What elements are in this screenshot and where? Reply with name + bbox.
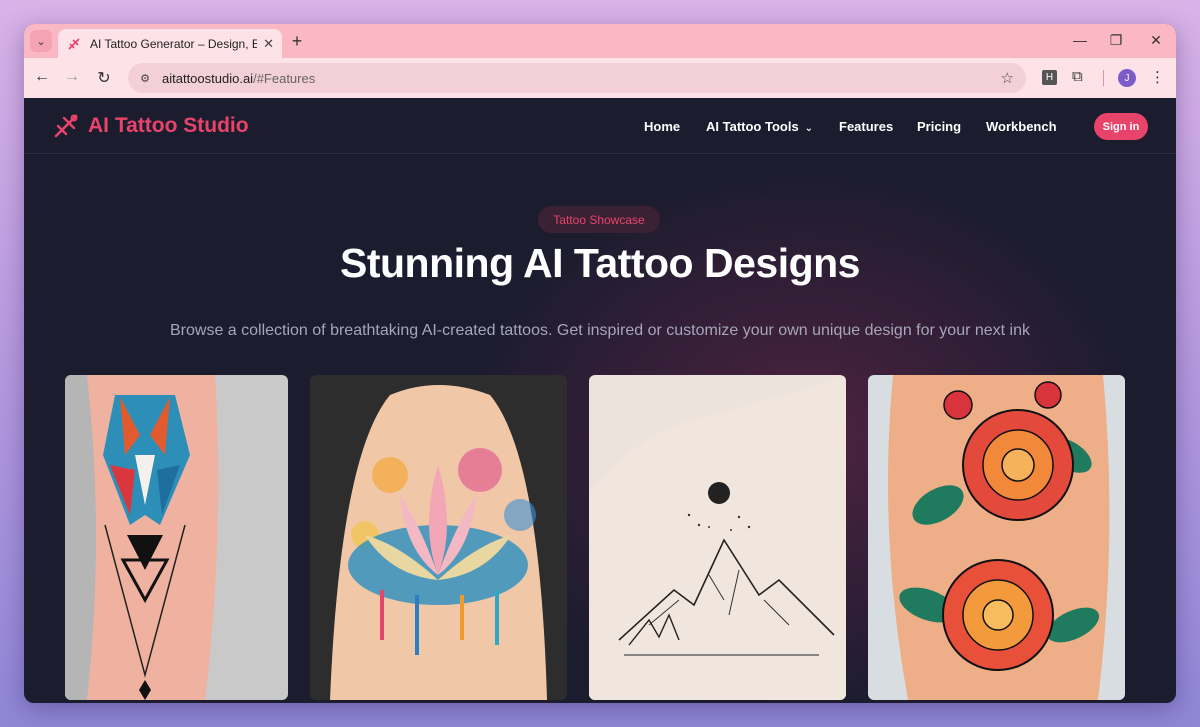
extensions-puzzle-icon[interactable]: ⧉ bbox=[1072, 68, 1083, 85]
minimize-icon[interactable]: — bbox=[1070, 32, 1090, 48]
tattoo-image-wolf[interactable] bbox=[65, 375, 288, 700]
tattoo-image-lotus[interactable] bbox=[310, 375, 567, 700]
url-text: aitattoostudio.ai/#Features bbox=[162, 71, 315, 86]
tattoo-machine-icon bbox=[54, 114, 78, 138]
back-arrow-icon[interactable]: ← bbox=[32, 68, 52, 86]
tab-title: AI Tattoo Generator – Design, E bbox=[90, 36, 258, 51]
chevron-down-icon: ⌄ bbox=[36, 35, 46, 48]
tattoo-favicon-icon bbox=[66, 36, 82, 52]
tab-search-button[interactable]: ⌄ bbox=[30, 30, 52, 52]
site-logo[interactable]: AI Tattoo Studio bbox=[52, 112, 249, 140]
browser-toolbar: ← → ↻ ⚙ aitattoostudio.ai/#Features ☆ H … bbox=[24, 58, 1176, 98]
tattoo-image-mountain[interactable] bbox=[589, 375, 846, 700]
nav-workbench[interactable]: Workbench bbox=[986, 119, 1057, 134]
nav-features[interactable]: Features bbox=[839, 119, 893, 134]
nav-pricing[interactable]: Pricing bbox=[917, 119, 961, 134]
web-page: AI Tattoo Studio Home AI Tattoo Tools ⌄ F… bbox=[24, 98, 1176, 703]
restore-icon[interactable]: ❐ bbox=[1106, 32, 1126, 49]
site-header: AI Tattoo Studio Home AI Tattoo Tools ⌄ F… bbox=[24, 98, 1176, 154]
chevron-down-icon: ⌄ bbox=[804, 123, 814, 134]
address-bar[interactable]: ⚙ aitattoostudio.ai/#Features ☆ bbox=[128, 63, 1026, 93]
nav-ai-tattoo-tools[interactable]: AI Tattoo Tools ⌄ bbox=[706, 119, 813, 134]
nav-tools-label: AI Tattoo Tools bbox=[706, 119, 799, 134]
page-title: Stunning AI Tattoo Designs bbox=[340, 240, 860, 286]
nav-home[interactable]: Home bbox=[644, 119, 680, 134]
showcase-badge: Tattoo Showcase bbox=[538, 206, 660, 233]
toolbar-divider bbox=[1103, 70, 1104, 86]
extension-h-icon[interactable]: H bbox=[1042, 70, 1057, 85]
browser-window: ⌄ AI Tattoo Generator – Design, E ✕ + — … bbox=[24, 24, 1176, 703]
url-domain: aitattoostudio.ai bbox=[162, 70, 254, 86]
url-path: /#Features bbox=[253, 70, 316, 86]
close-tab-icon[interactable]: ✕ bbox=[263, 36, 274, 52]
forward-arrow-icon[interactable]: → bbox=[62, 68, 82, 86]
profile-avatar[interactable]: J bbox=[1118, 69, 1136, 87]
tab-strip: ⌄ AI Tattoo Generator – Design, E ✕ + — … bbox=[24, 24, 1176, 58]
tattoo-image-roses[interactable] bbox=[868, 375, 1125, 700]
close-window-icon[interactable]: ✕ bbox=[1146, 32, 1166, 49]
site-settings-icon[interactable]: ⚙ bbox=[136, 69, 154, 87]
logo-text: AI Tattoo Studio bbox=[88, 114, 249, 137]
browser-tab-active[interactable]: AI Tattoo Generator – Design, E ✕ bbox=[58, 29, 282, 58]
page-subtitle: Browse a collection of breathtaking AI-c… bbox=[169, 322, 1030, 339]
bookmark-star-icon[interactable]: ☆ bbox=[1001, 69, 1014, 87]
browser-menu-icon[interactable]: ⋮ bbox=[1150, 68, 1165, 86]
sign-in-button[interactable]: Sign in bbox=[1094, 113, 1148, 140]
reload-icon[interactable]: ↻ bbox=[94, 68, 114, 88]
new-tab-icon[interactable]: + bbox=[286, 31, 308, 52]
